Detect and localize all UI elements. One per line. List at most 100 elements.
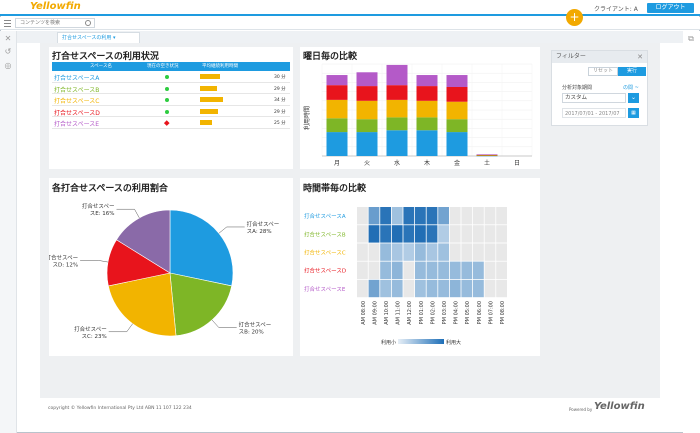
heatmap-cell[interactable]: [449, 207, 461, 225]
heatmap-cell[interactable]: [380, 261, 391, 279]
heatmap-cell[interactable]: [496, 279, 507, 298]
heatmap-cell[interactable]: [449, 225, 461, 243]
heatmap-cell[interactable]: [391, 261, 403, 279]
heatmap-cell[interactable]: [461, 225, 473, 243]
bar-segment[interactable]: [356, 72, 378, 87]
bar-segment[interactable]: [416, 86, 438, 101]
period-select[interactable]: カスタム: [562, 93, 626, 103]
heatmap-cell[interactable]: [449, 243, 461, 261]
bar-segment[interactable]: [446, 87, 468, 102]
heatmap-cell[interactable]: [368, 261, 380, 279]
heatmap-cell[interactable]: [368, 225, 380, 243]
heatmap-cell[interactable]: [473, 261, 484, 279]
heatmap-cell[interactable]: [403, 225, 415, 243]
bar-segment[interactable]: [476, 154, 498, 155]
heatmap-cell[interactable]: [391, 225, 403, 243]
heatmap-cell[interactable]: [415, 243, 426, 261]
heatmap-cell[interactable]: [415, 261, 426, 279]
bar-segment[interactable]: [416, 100, 438, 118]
table-row[interactable]: 打合せスペースD 29 分: [52, 106, 290, 118]
heatmap-cell[interactable]: [496, 243, 507, 261]
heatmap-cell[interactable]: [426, 261, 438, 279]
heatmap-cell[interactable]: [426, 225, 438, 243]
bar-segment[interactable]: [356, 100, 378, 120]
space-name[interactable]: 打合せスペースD: [54, 108, 100, 117]
view-icon[interactable]: ◎: [4, 62, 12, 70]
close-icon[interactable]: ✕: [637, 51, 643, 63]
heatmap-cell[interactable]: [391, 279, 403, 298]
heatmap-cell[interactable]: [484, 225, 496, 243]
bar-segment[interactable]: [326, 75, 348, 86]
space-name[interactable]: 打合せスペースE: [54, 119, 99, 128]
heatmap-cell[interactable]: [357, 207, 368, 225]
heatmap-cell[interactable]: [461, 261, 473, 279]
bar-segment[interactable]: [356, 119, 378, 133]
table-row[interactable]: 打合せスペースE 25 分: [52, 117, 290, 129]
hamburger-menu-icon[interactable]: [4, 20, 11, 27]
heatmap-cell[interactable]: [368, 243, 380, 261]
heatmap-cell[interactable]: [461, 207, 473, 225]
heatmap-cell[interactable]: [473, 225, 484, 243]
heatmap-cell[interactable]: [380, 243, 391, 261]
calendar-icon[interactable]: ▦: [628, 108, 639, 118]
apply-button[interactable]: 実行: [618, 67, 646, 76]
heatmap-cell[interactable]: [426, 279, 438, 298]
bar-segment[interactable]: [326, 118, 348, 133]
reset-button[interactable]: リセット: [588, 67, 618, 76]
heatmap-cell[interactable]: [449, 279, 461, 298]
heatmap-cell[interactable]: [484, 279, 496, 298]
tab-meeting-space-usage[interactable]: 打合せスペースの利用 ▾: [57, 32, 140, 43]
heatmap-cell[interactable]: [403, 207, 415, 225]
heatmap-cell[interactable]: [403, 279, 415, 298]
heatmap-cell[interactable]: [484, 243, 496, 261]
heatmap-cell[interactable]: [380, 207, 391, 225]
heatmap-cell[interactable]: [496, 261, 507, 279]
bar-segment[interactable]: [386, 64, 408, 86]
bar-segment[interactable]: [416, 117, 438, 131]
bar-segment[interactable]: [446, 132, 468, 156]
heatmap-cell[interactable]: [438, 279, 449, 298]
bar-segment[interactable]: [326, 132, 348, 156]
heatmap-cell[interactable]: [415, 279, 426, 298]
logout-button[interactable]: ログアウト: [647, 3, 694, 13]
heatmap-cell[interactable]: [415, 225, 426, 243]
heatmap-cell[interactable]: [391, 207, 403, 225]
heatmap-cell[interactable]: [426, 243, 438, 261]
bar-segment[interactable]: [386, 85, 408, 100]
heatmap-cell[interactable]: [403, 261, 415, 279]
bar-segment[interactable]: [326, 99, 348, 119]
heatmap-cell[interactable]: [368, 279, 380, 298]
heatmap-cell[interactable]: [357, 261, 368, 279]
heatmap-cell[interactable]: [357, 225, 368, 243]
heatmap-cell[interactable]: [473, 243, 484, 261]
heatmap-cell[interactable]: [368, 207, 380, 225]
heatmap-cell[interactable]: [403, 243, 415, 261]
space-name[interactable]: 打合せスペースB: [54, 85, 99, 94]
heatmap-cell[interactable]: [473, 207, 484, 225]
copy-icon[interactable]: ⧉: [687, 35, 695, 43]
search-icon[interactable]: [85, 20, 91, 26]
heatmap-cell[interactable]: [426, 207, 438, 225]
add-content-button[interactable]: +: [566, 9, 583, 26]
heatmap-cell[interactable]: [496, 225, 507, 243]
bar-segment[interactable]: [326, 85, 348, 100]
table-row[interactable]: 打合せスペースB 29 分: [52, 83, 290, 95]
heatmap-cell[interactable]: [496, 207, 507, 225]
bar-segment[interactable]: [386, 130, 408, 156]
bar-segment[interactable]: [416, 130, 438, 156]
heatmap-cell[interactable]: [357, 243, 368, 261]
heatmap-cell[interactable]: [380, 225, 391, 243]
space-name[interactable]: 打合せスペースC: [54, 96, 99, 105]
heatmap-cell[interactable]: [380, 279, 391, 298]
heatmap-cell[interactable]: [438, 261, 449, 279]
date-range-input[interactable]: 2017/07/01 - 2017/07: [562, 108, 626, 118]
heatmap-cell[interactable]: [391, 243, 403, 261]
heatmap-cell[interactable]: [484, 261, 496, 279]
bar-segment[interactable]: [446, 101, 468, 120]
heatmap-cell[interactable]: [473, 279, 484, 298]
table-row[interactable]: 打合せスペースA 30 分: [52, 71, 290, 83]
heatmap-cell[interactable]: [438, 243, 449, 261]
table-row[interactable]: 打合せスペースC 34 分: [52, 94, 290, 106]
heatmap-cell[interactable]: [484, 207, 496, 225]
bar-segment[interactable]: [356, 86, 378, 101]
